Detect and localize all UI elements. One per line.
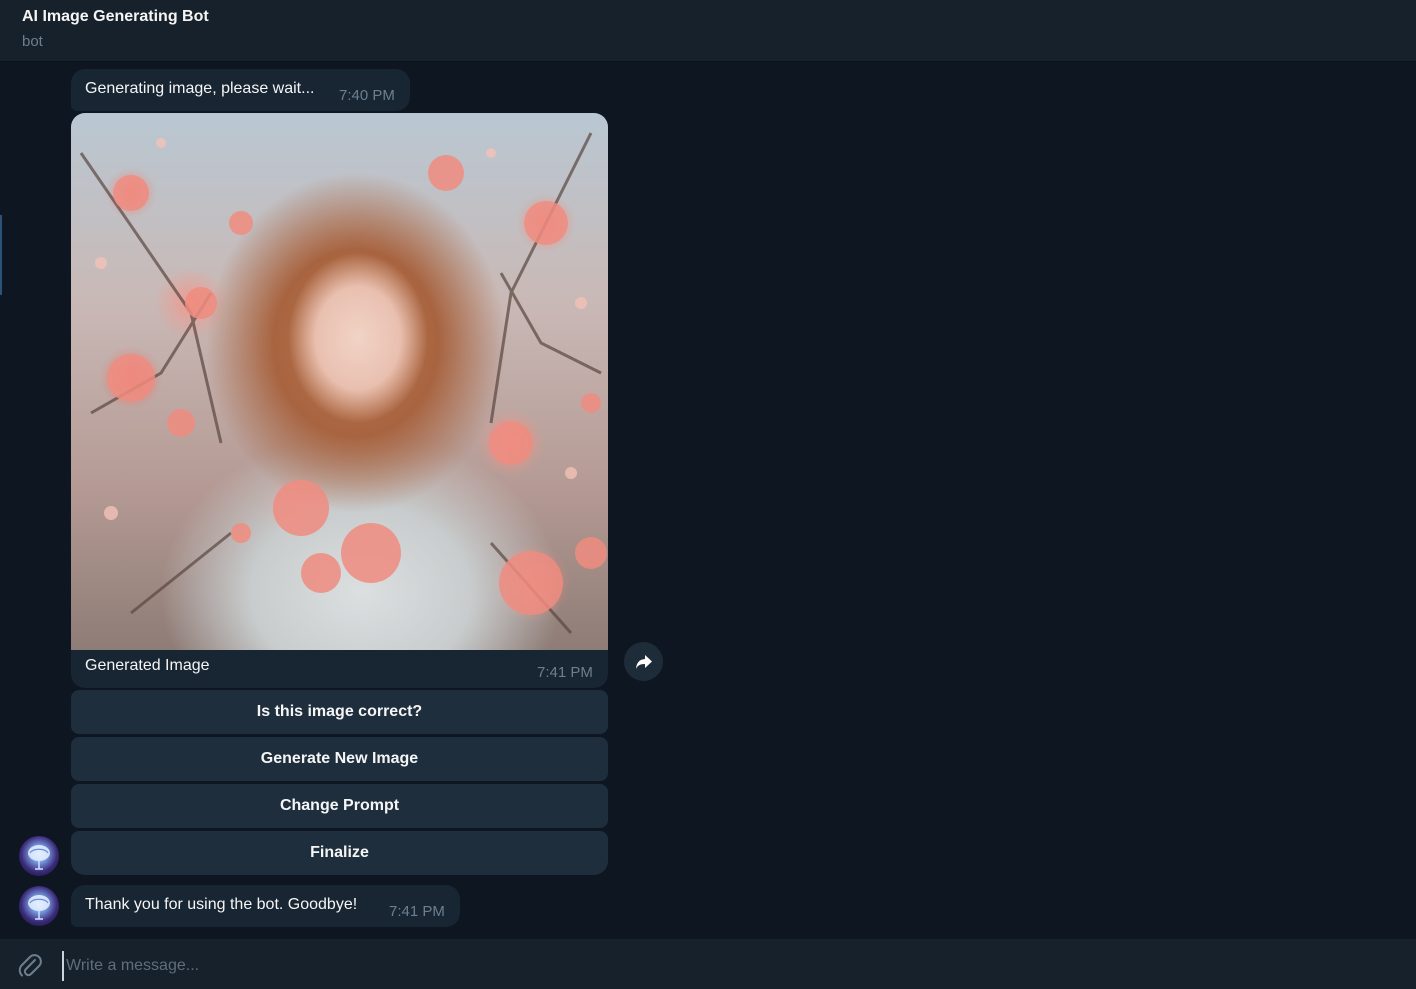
bot-avatar[interactable] [19, 886, 59, 926]
keyboard-button-is-correct[interactable]: Is this image correct? [71, 690, 608, 734]
image-caption: Generated Image [85, 657, 210, 674]
image-illustration [79, 132, 607, 634]
chat-title: AI Image Generating Bot [22, 8, 209, 25]
forward-arrow-icon [635, 654, 652, 669]
image-message[interactable]: Generated Image 7:41 PM [71, 113, 608, 688]
message-text: Generating image, please wait... [85, 80, 315, 97]
chat-header[interactable]: AI Image Generating Bot bot [0, 0, 1416, 62]
left-edge-indicator [0, 215, 2, 295]
message-text: Thank you for using the bot. Goodbye! [85, 896, 358, 913]
forward-button[interactable] [624, 642, 663, 681]
keyboard-button-change-prompt[interactable]: Change Prompt [71, 784, 608, 828]
bot-avatar[interactable] [19, 836, 59, 876]
paperclip-icon [18, 954, 42, 977]
brain-icon [28, 895, 50, 920]
message-time: 7:41 PM [389, 903, 445, 920]
chat-window: AI Image Generating Bot bot Generating i… [0, 0, 1416, 989]
message-composer [0, 939, 1416, 989]
message-generating[interactable]: Generating image, please wait... 7:40 PM [71, 69, 410, 111]
chat-subtitle: bot [22, 33, 43, 50]
message-input[interactable] [62, 951, 1368, 981]
message-time: 7:40 PM [339, 87, 395, 104]
generated-image[interactable] [71, 113, 608, 650]
image-time: 7:41 PM [537, 664, 593, 681]
brain-icon [28, 845, 50, 870]
keyboard-button-finalize[interactable]: Finalize [71, 831, 608, 875]
keyboard-button-generate-new[interactable]: Generate New Image [71, 737, 608, 781]
message-goodbye[interactable]: Thank you for using the bot. Goodbye! 7:… [71, 885, 460, 927]
attach-button[interactable] [16, 952, 44, 980]
